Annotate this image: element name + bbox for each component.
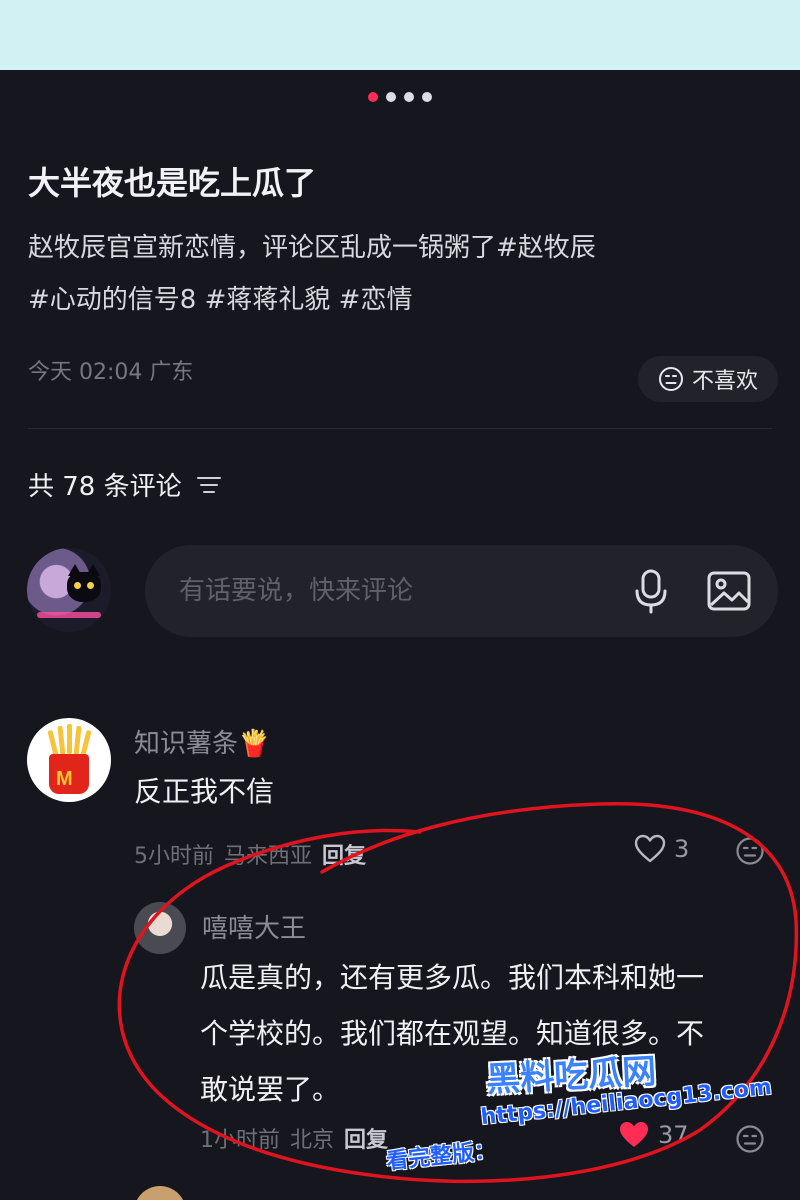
- reply-text-line: 敢说罢了。: [200, 1073, 341, 1106]
- comment-input[interactable]: [179, 545, 619, 637]
- reply-username[interactable]: 嘻嘻大王: [202, 908, 306, 945]
- reply-meta: 1小时前 北京 回复: [200, 1122, 388, 1154]
- comment-meta: 5小时前 马来西亚 回复: [134, 838, 366, 870]
- current-user-avatar[interactable]: [27, 548, 111, 632]
- dislike-button[interactable]: 不喜欢: [638, 356, 778, 402]
- post-meta: 今天 02:04 广东: [28, 354, 193, 386]
- post-detail-screen: 大半夜也是吃上瓜了 赵牧辰官宣新恋情，评论区乱成一锅粥了#赵牧辰 #心动的信号8…: [0, 70, 800, 1200]
- carousel-dot-2[interactable]: [386, 92, 396, 102]
- hashtag[interactable]: #恋情: [339, 285, 413, 315]
- comment-composer: [145, 545, 778, 637]
- like-count: 3: [674, 835, 690, 863]
- dislike-label: 不喜欢: [691, 369, 758, 394]
- post-description-text: 赵牧辰官宣新恋情，评论区乱成一锅粥了: [28, 233, 497, 263]
- comment-username[interactable]: 知识薯条🍟: [134, 723, 270, 760]
- neutral-face-icon: [658, 367, 683, 391]
- dislike-comment-icon[interactable]: [735, 836, 765, 866]
- cat-figure: [67, 564, 101, 602]
- comments-header: 共 78 条评论: [28, 466, 222, 503]
- like-button[interactable]: 3: [634, 834, 689, 864]
- microphone-icon[interactable]: [631, 567, 671, 615]
- carousel-indicator: [0, 92, 800, 102]
- carousel-dot-1[interactable]: [368, 92, 378, 102]
- reply-text: 瓜是真的，还有更多瓜。我们本科和她一 个学校的。我们都在观望。知道很多。不 敢说…: [200, 950, 704, 1118]
- reply-like-count: 37: [658, 1121, 689, 1149]
- reply-avatar[interactable]: [134, 902, 186, 954]
- comment-count: 共 78 条评论: [28, 472, 182, 502]
- reply-time: 1小时前: [200, 1128, 280, 1153]
- sort-lines-icon[interactable]: [196, 472, 222, 498]
- next-commenter-avatar[interactable]: [134, 1186, 186, 1200]
- post-time: 今天 02:04: [28, 360, 143, 385]
- reply-like-button[interactable]: 37: [618, 1120, 689, 1150]
- post-location: 广东: [149, 360, 194, 385]
- comment-time: 5小时前: [134, 844, 214, 869]
- commenter-avatar[interactable]: M: [27, 718, 111, 802]
- status-bar-strip: [0, 0, 800, 70]
- heart-filled-icon: [620, 1122, 648, 1147]
- reply-text-line: 瓜是真的，还有更多瓜。我们本科和她一: [200, 961, 705, 994]
- reply-button[interactable]: 回复: [344, 1122, 388, 1154]
- dislike-reply-icon[interactable]: [735, 1124, 765, 1154]
- hashtag[interactable]: #心动的信号8: [28, 285, 196, 315]
- image-icon[interactable]: [705, 567, 753, 615]
- post-description: 赵牧辰官宣新恋情，评论区乱成一锅粥了#赵牧辰 #心动的信号8 #蒋蒋礼貌 #恋情: [28, 222, 778, 326]
- section-divider: [28, 428, 772, 429]
- reply-location: 北京: [290, 1128, 335, 1153]
- reply-button[interactable]: 回复: [322, 838, 366, 870]
- carousel-dot-4[interactable]: [422, 92, 432, 102]
- carousel-dot-3[interactable]: [404, 92, 414, 102]
- heart-icon: [634, 834, 666, 863]
- hashtag[interactable]: #蒋蒋礼貌: [205, 285, 331, 315]
- comment-location: 马来西亚: [224, 844, 313, 869]
- reply-text-line: 个学校的。我们都在观望。知道很多。不: [200, 1017, 705, 1050]
- hashtag[interactable]: #赵牧辰: [496, 233, 596, 263]
- post-title: 大半夜也是吃上瓜了: [28, 164, 317, 202]
- comment-text: 反正我不信: [134, 775, 275, 808]
